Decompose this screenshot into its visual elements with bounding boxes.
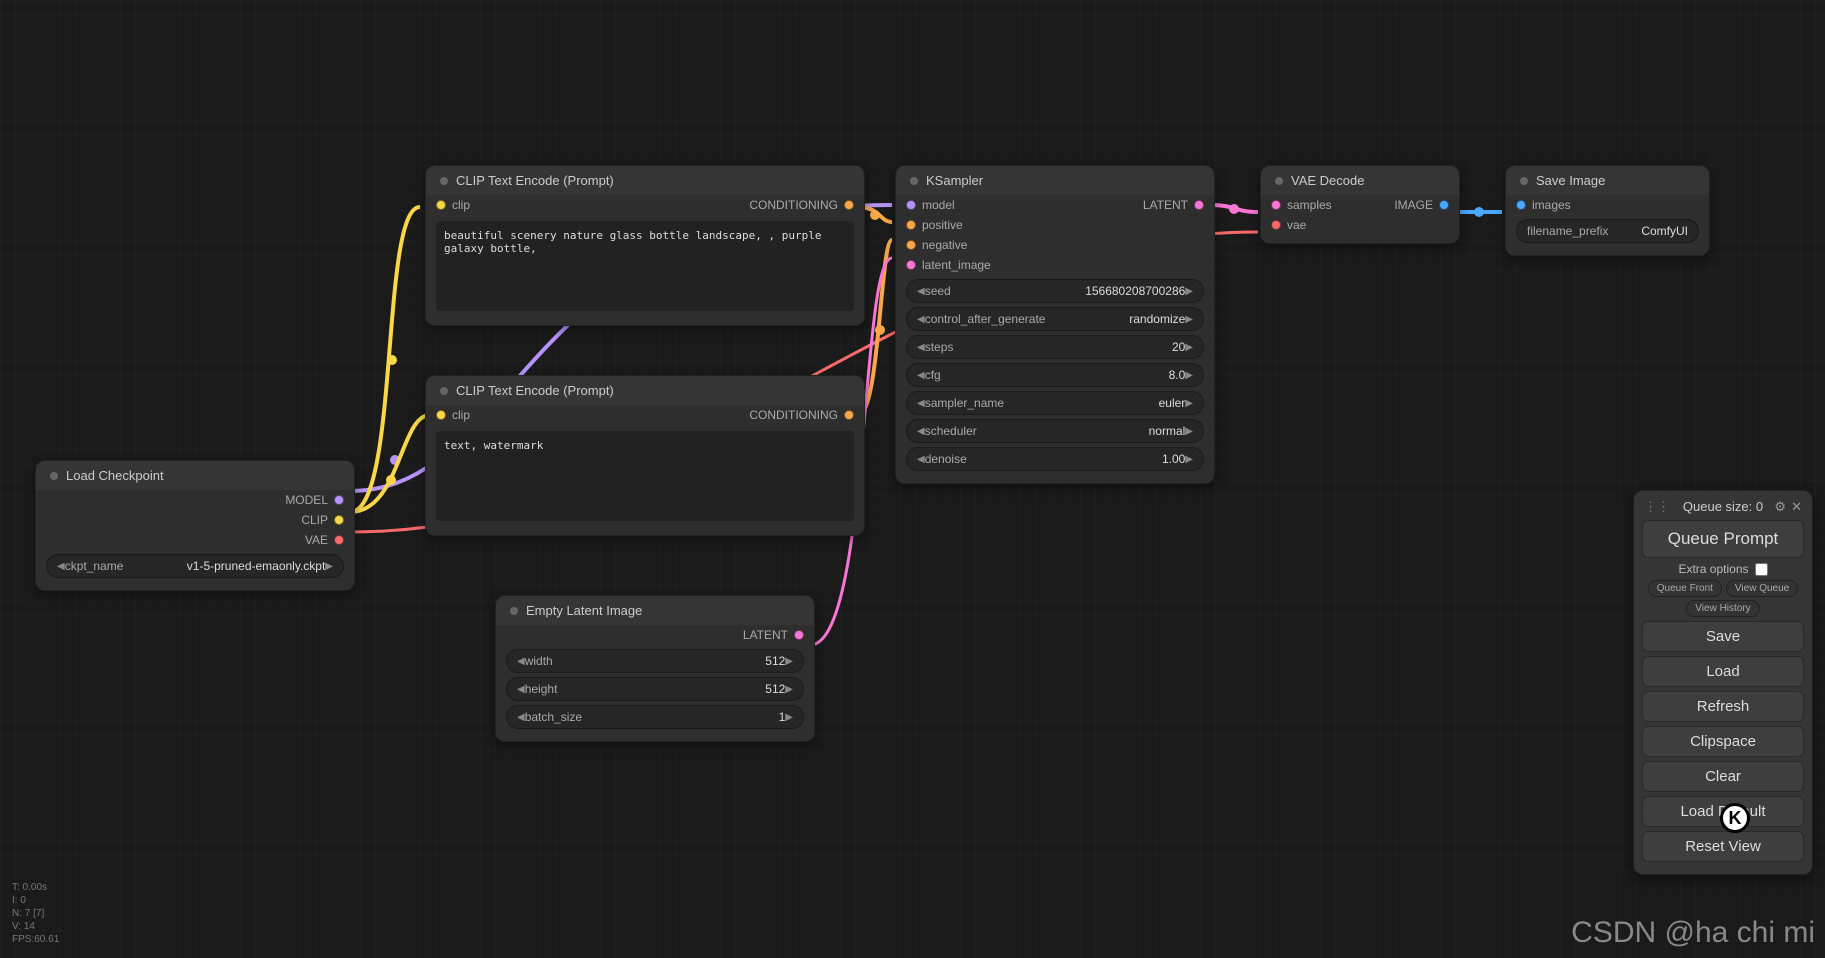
collapse-dot[interactable] <box>1520 177 1528 185</box>
widget-sampler-name[interactable]: ◀sampler_nameeuler▶ <box>906 391 1204 415</box>
slot-label: clip <box>452 198 470 212</box>
collapse-dot[interactable] <box>910 177 918 185</box>
prompt-textarea[interactable]: beautiful scenery nature glass bottle la… <box>436 221 854 311</box>
slot-label: images <box>1532 198 1571 212</box>
slot-label: vae <box>1287 218 1306 232</box>
node-title: Save Image <box>1536 173 1605 188</box>
queue-size-label: Queue size: 0 <box>1683 499 1763 514</box>
slot-label: negative <box>922 238 967 252</box>
slot-label: VAE <box>305 533 328 547</box>
prompt-textarea[interactable]: text, watermark <box>436 431 854 521</box>
slot-label: MODEL <box>285 493 328 507</box>
widget-seed[interactable]: ◀seed156680208700286▶ <box>906 279 1204 303</box>
node-title: Load Checkpoint <box>66 468 164 483</box>
widget-steps[interactable]: ◀steps20▶ <box>906 335 1204 359</box>
node-title: CLIP Text Encode (Prompt) <box>456 383 614 398</box>
port-latent-out[interactable] <box>1194 200 1204 210</box>
port-conditioning-out[interactable] <box>844 200 854 210</box>
collapse-dot[interactable] <box>510 607 518 615</box>
queue-prompt-button[interactable]: Queue Prompt <box>1642 520 1804 558</box>
port-negative-in[interactable] <box>906 240 916 250</box>
save-button[interactable]: Save <box>1642 621 1804 652</box>
extra-options-checkbox[interactable] <box>1755 563 1768 576</box>
widget-batch-size[interactable]: ◀batch_size1▶ <box>506 705 804 729</box>
view-queue-button[interactable]: View Queue <box>1726 580 1798 597</box>
port-clip-out[interactable] <box>334 515 344 525</box>
chevron-left-icon[interactable]: ◀ <box>57 561 65 572</box>
port-samples-in[interactable] <box>1271 200 1281 210</box>
reset-view-button[interactable]: Reset View <box>1642 831 1804 862</box>
node-title: KSampler <box>926 173 983 188</box>
node-title: Empty Latent Image <box>526 603 642 618</box>
slot-label: latent_image <box>922 258 991 272</box>
slot-label: CONDITIONING <box>749 198 838 212</box>
port-latent-out[interactable] <box>794 630 804 640</box>
node-empty-latent-image[interactable]: Empty Latent Image LATENT ◀width512▶ ◀he… <box>495 595 815 742</box>
node-save-image[interactable]: Save Image images filename_prefixComfyUI <box>1505 165 1710 256</box>
collapse-dot[interactable] <box>1275 177 1283 185</box>
slot-label: clip <box>452 408 470 422</box>
slot-label: positive <box>922 218 963 232</box>
slot-label: IMAGE <box>1394 198 1433 212</box>
widget-control-after-generate[interactable]: ◀control_after_generaterandomize▶ <box>906 307 1204 331</box>
extra-options-row[interactable]: Extra options <box>1642 562 1804 576</box>
widget-ckpt-name[interactable]: ◀ ckpt_name v1-5-pruned-emaonly.ckpt ▶ <box>46 554 344 578</box>
stats-overlay: T: 0.00sI: 0N: 7 [7]V: 14FPS:60.61 <box>12 881 59 946</box>
collapse-dot[interactable] <box>440 177 448 185</box>
slot-label: CONDITIONING <box>749 408 838 422</box>
drag-handle-icon[interactable]: ⋮⋮ <box>1644 499 1670 515</box>
k-logo-icon: K <box>1720 803 1750 833</box>
port-conditioning-out[interactable] <box>844 410 854 420</box>
port-positive-in[interactable] <box>906 220 916 230</box>
widget-height[interactable]: ◀height512▶ <box>506 677 804 701</box>
view-history-button[interactable]: View History <box>1686 600 1759 617</box>
port-clip-in[interactable] <box>436 200 446 210</box>
refresh-button[interactable]: Refresh <box>1642 691 1804 722</box>
node-vae-decode[interactable]: VAE Decode samples IMAGE vae <box>1260 165 1460 244</box>
gear-icon[interactable]: ⚙ <box>1774 499 1786 515</box>
port-latent-image-in[interactable] <box>906 260 916 270</box>
port-vae-out[interactable] <box>334 535 344 545</box>
port-model-out[interactable] <box>334 495 344 505</box>
widget-width[interactable]: ◀width512▶ <box>506 649 804 673</box>
port-clip-in[interactable] <box>436 410 446 420</box>
node-clip-text-encode-negative[interactable]: CLIP Text Encode (Prompt) clip CONDITION… <box>425 375 865 536</box>
slot-label: LATENT <box>743 628 788 642</box>
node-ksampler[interactable]: KSampler model LATENT positive negative … <box>895 165 1215 484</box>
widget-denoise[interactable]: ◀denoise1.00▶ <box>906 447 1204 471</box>
port-image-out[interactable] <box>1439 200 1449 210</box>
widget-filename-prefix[interactable]: filename_prefixComfyUI <box>1516 219 1699 243</box>
slot-label: samples <box>1287 198 1332 212</box>
port-model-in[interactable] <box>906 200 916 210</box>
slot-label: CLIP <box>301 513 328 527</box>
clipspace-button[interactable]: Clipspace <box>1642 726 1804 757</box>
port-images-in[interactable] <box>1516 200 1526 210</box>
load-button[interactable]: Load <box>1642 656 1804 687</box>
port-vae-in[interactable] <box>1271 220 1281 230</box>
widget-scheduler[interactable]: ◀schedulernormal▶ <box>906 419 1204 443</box>
watermark-text: CSDN @ha chi mi <box>1571 916 1815 950</box>
node-title: VAE Decode <box>1291 173 1364 188</box>
chevron-right-icon[interactable]: ▶ <box>325 561 333 572</box>
close-icon[interactable]: ✕ <box>1791 499 1802 515</box>
clear-button[interactable]: Clear <box>1642 761 1804 792</box>
collapse-dot[interactable] <box>440 387 448 395</box>
slot-label: LATENT <box>1143 198 1188 212</box>
widget-cfg[interactable]: ◀cfg8.0▶ <box>906 363 1204 387</box>
node-load-checkpoint[interactable]: Load Checkpoint MODEL CLIP VAE ◀ ckpt_na… <box>35 460 355 591</box>
node-title: CLIP Text Encode (Prompt) <box>456 173 614 188</box>
slot-label: model <box>922 198 955 212</box>
queue-front-button[interactable]: Queue Front <box>1648 580 1722 597</box>
collapse-dot[interactable] <box>50 472 58 480</box>
node-clip-text-encode-positive[interactable]: CLIP Text Encode (Prompt) clip CONDITION… <box>425 165 865 326</box>
